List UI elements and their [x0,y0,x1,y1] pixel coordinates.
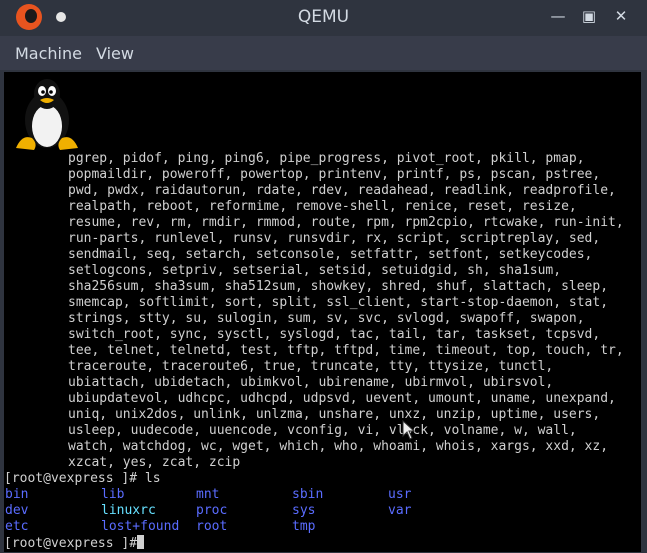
menu-view[interactable]: View [96,44,134,63]
busybox-line: pwd, pwdx, raidautorun, rdate, rdev, rea… [68,183,616,198]
busybox-line: sendmail, seq, setarch, setconsole, setf… [68,247,593,262]
qemu-window: QEMU — ▣ ✕ Machine View pgrep, pidof, pi… [0,0,647,553]
ls-entry-directory: mnt [196,487,220,502]
busybox-line: ubiupdatevol, udhcpc, udhcpd, udpsvd, ue… [68,391,616,406]
busybox-line: traceroute, traceroute6, true, truncate,… [68,359,554,374]
busybox-line: usleep, uudecode, uuencode, vconfig, vi,… [68,423,577,438]
menu-bar: Machine View [0,36,647,70]
busybox-line: strings, stty, su, sulogin, sum, sv, svc… [68,311,585,326]
console-screen[interactable]: pgrep, pidof, ping, ping6, pipe_progress… [4,72,641,552]
title-bar[interactable]: QEMU — ▣ ✕ [0,0,647,34]
busybox-line: smemcap, softlimit, sort, split, ssl_cli… [68,295,609,310]
ls-entry-directory: sbin [292,487,324,502]
ls-entry-directory: var [388,503,412,518]
busybox-line: tee, telnet, telnetd, test, tftp, tftpd,… [68,343,624,358]
busybox-line: ubiattach, ubidetach, ubimkvol, ubirenam… [68,375,554,390]
text-cursor [137,535,145,549]
prompt-text: [root@vexpress ]# [4,536,138,551]
busybox-line: run-parts, runlevel, runsv, runsvdir, rx… [68,231,601,246]
ls-entry-directory: bin [5,487,29,502]
busybox-line: sha256sum, sha3sum, sha512sum, showkey, … [68,279,609,294]
close-button[interactable]: ✕ [611,6,631,26]
ls-entry-directory: sys [292,503,316,518]
ls-entry-directory: etc [5,519,29,534]
ls-entry-directory: usr [388,487,412,502]
busybox-line: popmaildir, poweroff, powertop, printenv… [68,167,601,182]
ls-entry-directory: lib [101,487,125,502]
maximize-button[interactable]: ▣ [579,6,599,26]
busybox-line: uniq, unix2dos, unlink, unlzma, unshare,… [68,407,601,422]
busybox-line: resume, rev, rm, rmdir, rmmod, route, rp… [68,215,624,230]
shell-prompt[interactable]: [root@vexpress ]# [4,535,145,551]
ls-entry-directory: dev [5,503,29,518]
busybox-line: pgrep, pidof, ping, ping6, pipe_progress… [68,151,585,166]
busybox-line: watch, watchdog, wc, wget, which, who, w… [68,439,609,454]
busybox-line: xzcat, yes, zcat, zcip [68,455,241,470]
ls-entry-link: linuxrc [101,503,156,518]
ls-entry-directory: tmp [292,519,316,534]
busybox-line: realpath, reboot, reformime, remove-shel… [68,199,577,214]
ls-command-line: [root@vexpress ]# ls [4,471,161,486]
ls-entry-directory: proc [196,503,228,518]
ls-entry-directory: root [196,519,228,534]
mouse-pointer-icon [402,420,416,440]
ls-entry-directory: lost+found [101,519,180,534]
minimize-button[interactable]: — [548,6,568,26]
menu-machine[interactable]: Machine [15,44,82,63]
busybox-line: switch_root, sync, sysctl, syslogd, tac,… [68,327,601,342]
terminal-output: pgrep, pidof, ping, ping6, pipe_progress… [4,72,641,552]
busybox-line: setlogcons, setpriv, setserial, setsid, … [68,263,562,278]
